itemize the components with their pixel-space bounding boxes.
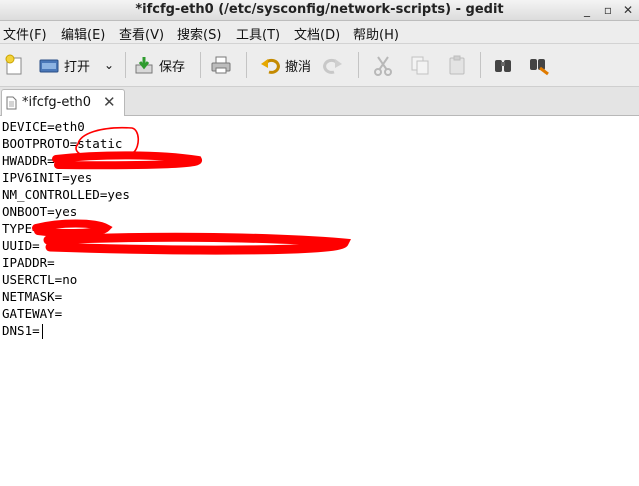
- undo-icon: [261, 58, 280, 74]
- tab-label: *ifcfg-eth0: [22, 95, 91, 110]
- menu-file[interactable]: 文件(F): [3, 24, 47, 43]
- find-button[interactable]: [492, 52, 518, 78]
- redo-button[interactable]: [322, 52, 348, 78]
- new-document-button[interactable]: [4, 52, 30, 78]
- scissors-icon: [374, 56, 392, 76]
- folder-open-icon: [39, 59, 59, 73]
- redaction-stroke: [43, 232, 352, 255]
- annotation-overlay: [32, 126, 352, 255]
- menu-edit[interactable]: 编辑(E): [61, 24, 105, 43]
- redaction-stroke: [32, 219, 113, 237]
- new-document-icon: [5, 54, 22, 75]
- text-editor[interactable]: DEVICE=eth0 BOOTPROTO=static HWADDR= IPV…: [0, 116, 639, 486]
- tab-ifcfg-eth0[interactable]: *ifcfg-eth0 ✕: [1, 89, 125, 116]
- toolbar-separator: [246, 52, 247, 78]
- tab-close-icon[interactable]: ✕: [103, 93, 116, 111]
- toolbar-separator: [200, 52, 201, 78]
- chevron-down-icon: ⌄: [104, 58, 115, 72]
- annotation-strokes: [32, 126, 352, 255]
- tab-bar: *ifcfg-eth0 ✕: [0, 87, 639, 116]
- redaction-stroke: [52, 151, 203, 170]
- document-icon: [6, 96, 17, 110]
- toolbar-separator: [358, 52, 359, 78]
- minimize-button[interactable]: _: [580, 3, 594, 17]
- menu-tools[interactable]: 工具(T): [236, 24, 280, 43]
- open-recent-dropdown[interactable]: ⌄: [104, 52, 114, 78]
- cut-button[interactable]: [372, 52, 398, 78]
- menu-help[interactable]: 帮助(H): [353, 24, 399, 43]
- copy-icon: [411, 56, 429, 75]
- paste-button[interactable]: [446, 52, 472, 78]
- toolbar: 打开 ⌄ 保存 撤消: [0, 44, 639, 87]
- open-button[interactable]: 打开: [38, 52, 90, 78]
- open-label: 打开: [64, 59, 91, 75]
- print-button[interactable]: [210, 52, 236, 78]
- save-label: 保存: [159, 59, 186, 75]
- printer-icon: [211, 56, 231, 74]
- undo-label: 撤消: [285, 59, 312, 75]
- menu-documents[interactable]: 文档(D): [294, 24, 340, 43]
- find-replace-icon: [530, 59, 549, 76]
- save-button[interactable]: 保存: [133, 52, 185, 78]
- redo-icon: [323, 58, 342, 74]
- save-icon: [135, 57, 153, 74]
- maximize-button[interactable]: ▫: [601, 3, 615, 17]
- close-window-button[interactable]: ✕: [621, 3, 635, 17]
- paste-icon: [449, 55, 465, 75]
- toolbar-separator: [480, 52, 481, 78]
- undo-button[interactable]: 撤消: [259, 52, 311, 78]
- binoculars-icon: [495, 60, 511, 72]
- toolbar-separator: [125, 52, 126, 78]
- menu-search[interactable]: 搜索(S): [177, 24, 221, 43]
- menu-bar: 文件(F) 编辑(E) 查看(V) 搜索(S) 工具(T) 文档(D) 帮助(H…: [0, 21, 639, 44]
- window-title: *ifcfg-eth0 (/etc/sysconfig/network-scri…: [135, 2, 504, 17]
- copy-button[interactable]: [409, 52, 435, 78]
- title-bar: *ifcfg-eth0 (/etc/sysconfig/network-scri…: [0, 0, 639, 21]
- menu-view[interactable]: 查看(V): [119, 24, 164, 43]
- find-replace-button[interactable]: [528, 52, 554, 78]
